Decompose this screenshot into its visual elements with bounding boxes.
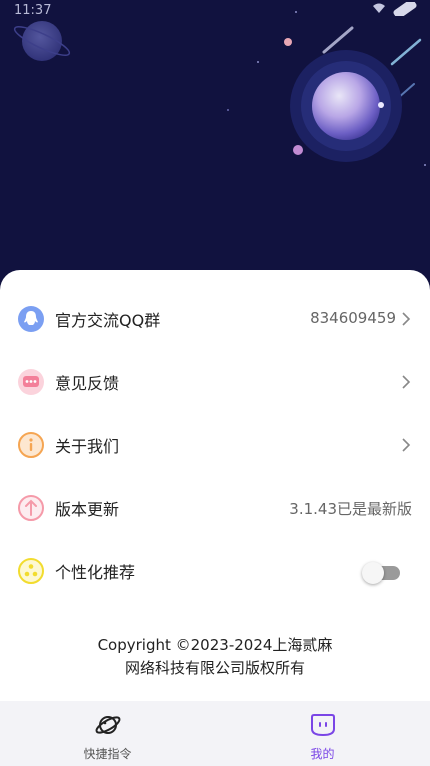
battery-icon xyxy=(392,0,420,20)
tab-label: 我的 xyxy=(310,747,335,761)
tab-mine[interactable]: 我的 xyxy=(215,701,430,766)
row-value: 834609459 xyxy=(310,309,396,327)
space-illustration xyxy=(13,11,426,166)
chevron-right-icon xyxy=(402,375,411,389)
row-feedback[interactable]: 意见反馈 xyxy=(0,350,430,413)
row-label: 关于我们 xyxy=(55,437,120,456)
hero-banner: 11:37 xyxy=(0,0,430,300)
status-bar: 11:37 xyxy=(0,0,430,22)
chevron-right-icon xyxy=(402,312,411,326)
feedback-icon xyxy=(17,368,45,396)
row-qq-group[interactable]: 官方交流QQ群 834609459 xyxy=(0,287,430,350)
status-icons xyxy=(372,0,420,20)
copyright-line-2: 网络科技有限公司版权所有 xyxy=(124,659,305,677)
row-value: 3.1.43已是最新版 xyxy=(289,500,412,518)
copyright-line-1: Copyright ©2023-2024上海贰麻 xyxy=(97,636,333,654)
copyright: Copyright ©2023-2024上海贰麻 网络科技有限公司版权所有 xyxy=(0,634,430,680)
recommend-icon xyxy=(17,557,45,585)
chevron-right-icon xyxy=(402,438,411,452)
row-version-update[interactable]: 版本更新 3.1.43已是最新版 xyxy=(0,476,430,539)
tab-shortcuts[interactable]: 快捷指令 xyxy=(0,701,215,766)
toggle-knob xyxy=(362,562,384,584)
small-planet-icon xyxy=(13,21,71,61)
qq-icon xyxy=(17,305,45,333)
planet-icon xyxy=(94,711,122,739)
tab-label: 快捷指令 xyxy=(83,747,132,761)
row-label: 意见反馈 xyxy=(55,374,120,393)
update-icon xyxy=(17,494,45,522)
face-icon xyxy=(309,711,337,739)
row-about-us[interactable]: 关于我们 xyxy=(0,413,430,476)
row-label: 官方交流QQ群 xyxy=(55,311,161,330)
status-time: 11:37 xyxy=(14,3,52,18)
recommendation-toggle[interactable] xyxy=(362,561,400,584)
planet-icon-large xyxy=(290,50,402,162)
row-personalized-recommendation: 个性化推荐 xyxy=(0,539,430,602)
wifi-icon xyxy=(372,2,386,20)
bottom-tab-bar: 快捷指令 我的 xyxy=(0,701,430,766)
info-icon xyxy=(17,431,45,459)
row-label: 个性化推荐 xyxy=(55,563,136,582)
row-label: 版本更新 xyxy=(55,500,120,519)
